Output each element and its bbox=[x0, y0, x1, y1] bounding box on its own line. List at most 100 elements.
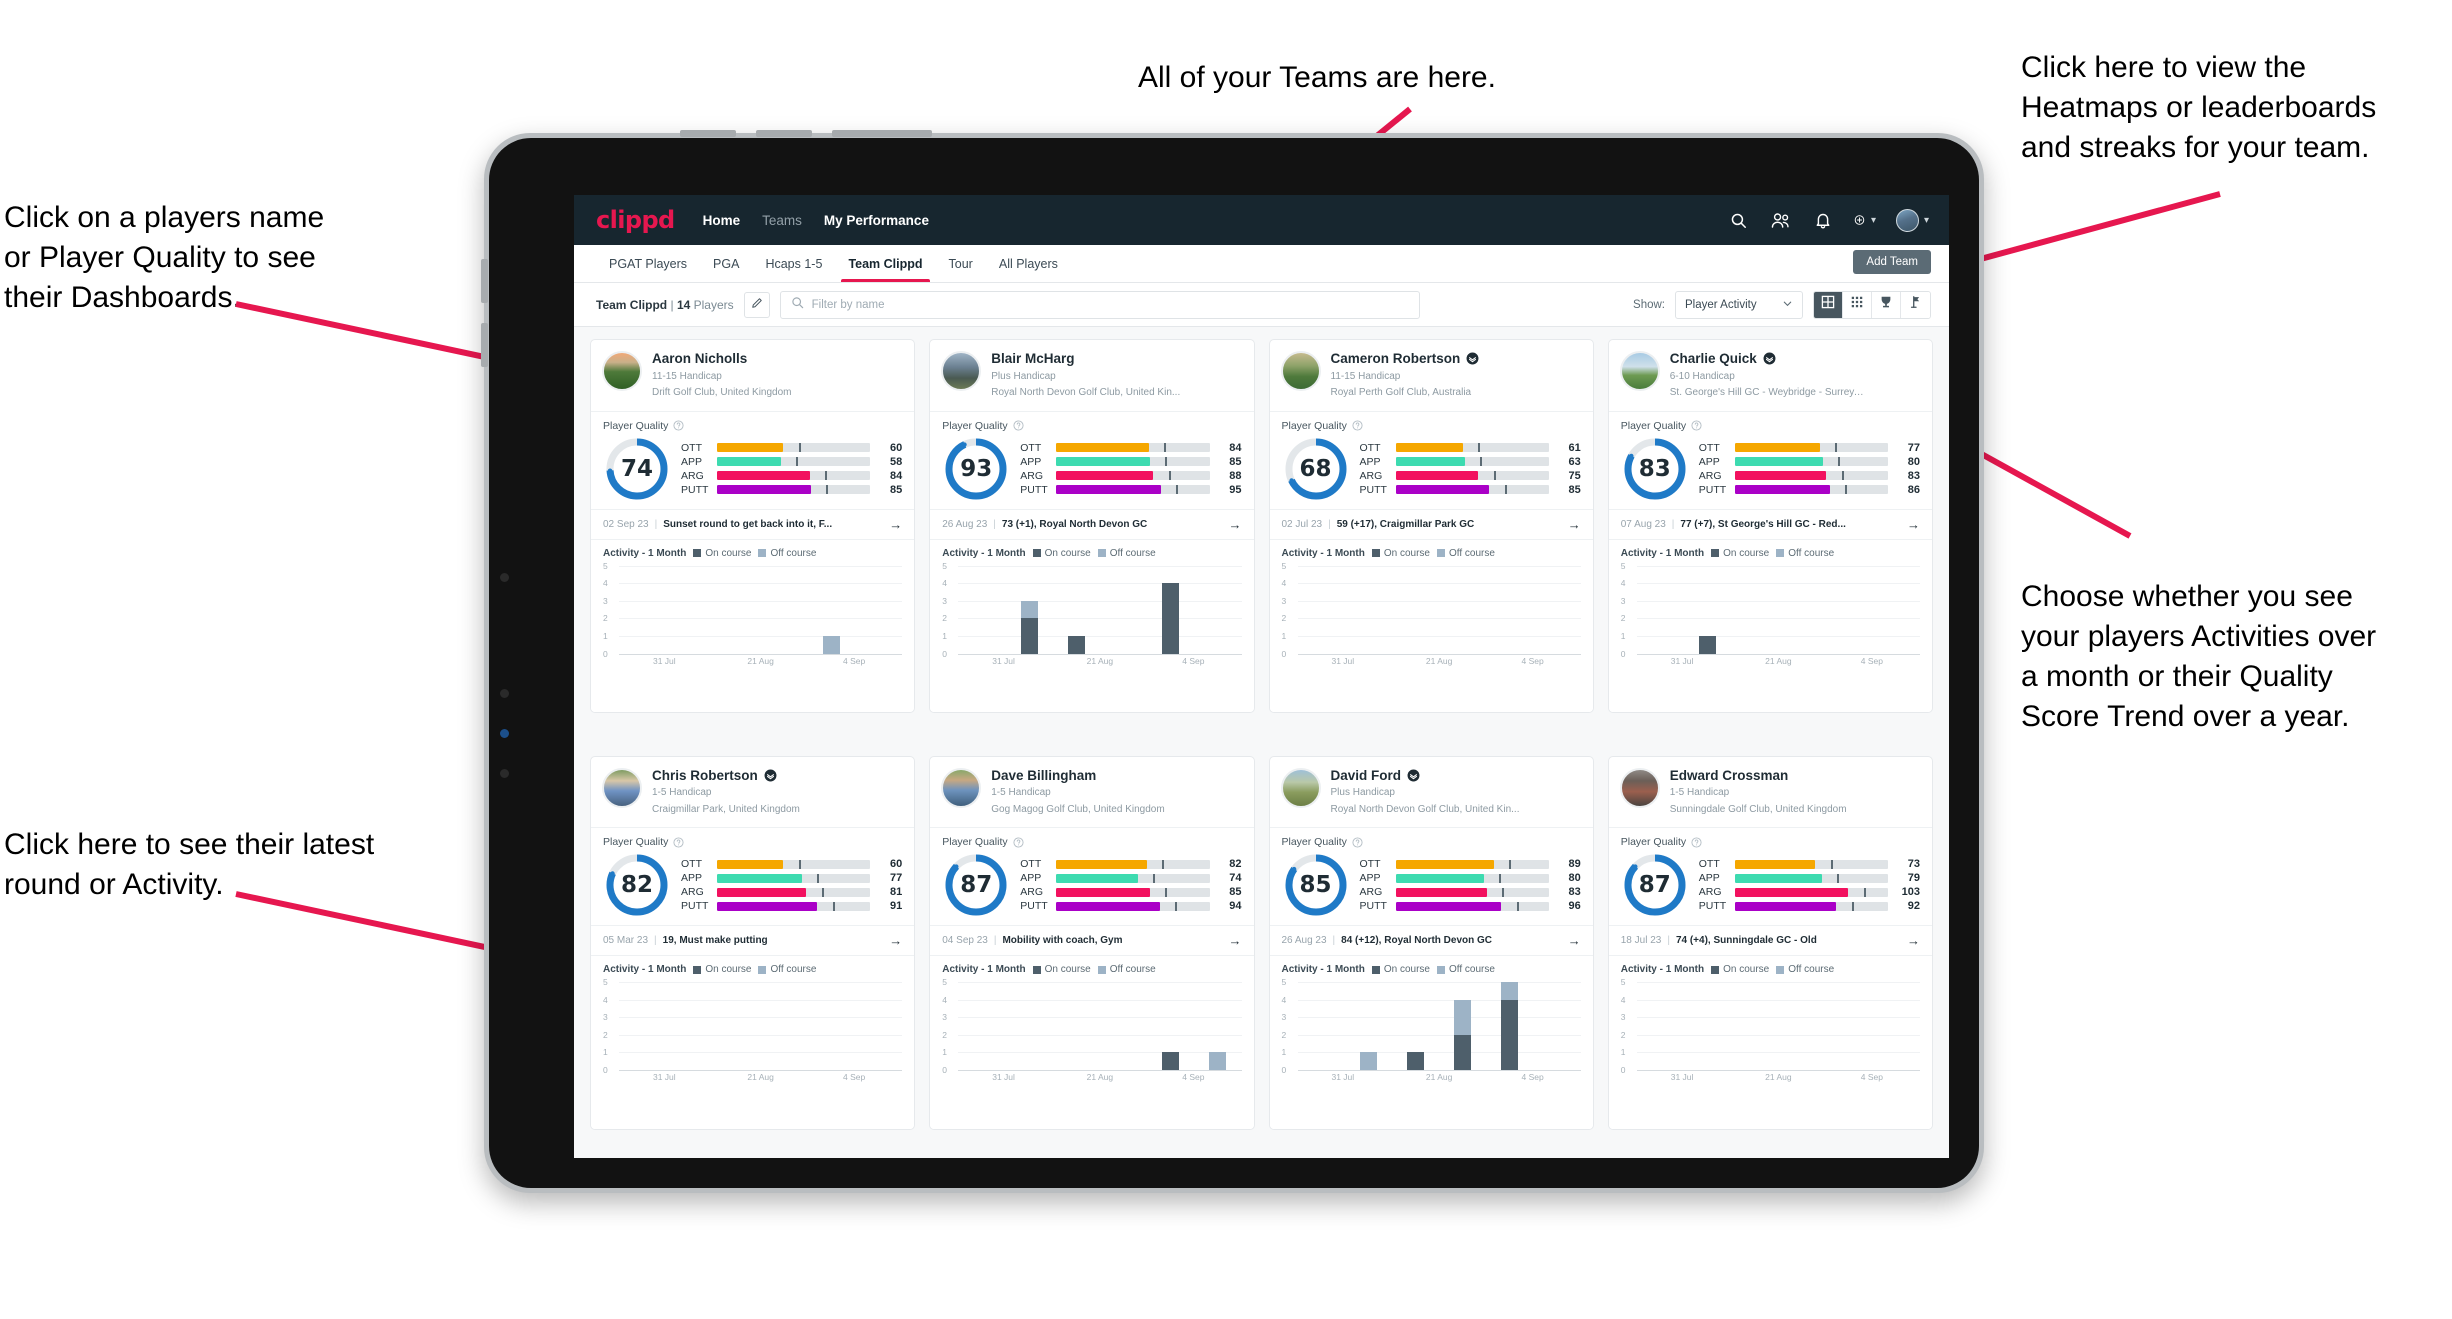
help-icon[interactable] bbox=[673, 420, 684, 431]
team-toolbar: Team Clippd | 14 Players Filter by name … bbox=[574, 283, 1949, 327]
bell-icon[interactable] bbox=[1812, 209, 1834, 231]
arrow-right-icon[interactable]: → bbox=[1907, 933, 1920, 948]
people-icon[interactable] bbox=[1770, 209, 1792, 231]
help-icon[interactable] bbox=[1352, 836, 1363, 848]
player-card[interactable]: David Ford Plus Handicap Royal North Dev… bbox=[1268, 755, 1594, 1130]
activity-header: Activity - 1 Month On course Off course bbox=[603, 964, 902, 975]
tab-hcaps-1-5[interactable]: Hcaps 1-5 bbox=[752, 245, 835, 282]
player-identity: Aaron Nicholls 11-15 Handicap Drift Golf… bbox=[652, 351, 792, 400]
arrow-right-icon[interactable]: → bbox=[889, 517, 902, 532]
bar-segment-on-course bbox=[1501, 999, 1519, 1071]
arrow-right-icon[interactable]: → bbox=[1568, 517, 1581, 532]
leaderboard-view-button[interactable] bbox=[1872, 291, 1901, 318]
player-name[interactable]: Cameron Robertson bbox=[1331, 351, 1480, 367]
nav-teams[interactable]: Teams bbox=[762, 213, 802, 228]
player-name[interactable]: Charlie Quick bbox=[1670, 351, 1866, 367]
tab-pga[interactable]: PGA bbox=[700, 245, 752, 282]
player-card-header[interactable]: Edward Crossman 1-5 Handicap Sunningdale… bbox=[1609, 757, 1932, 828]
latest-activity-row[interactable]: 02 Sep 23 | Sunset round to get back int… bbox=[591, 508, 915, 539]
tab-pgat-players[interactable]: PGAT Players bbox=[596, 245, 700, 282]
search-icon[interactable] bbox=[1728, 209, 1750, 231]
tab-tour[interactable]: Tour bbox=[936, 245, 986, 282]
arrow-right-icon[interactable]: → bbox=[1907, 517, 1920, 532]
help-icon[interactable] bbox=[673, 836, 684, 848]
plus-circle-icon[interactable]: ▾ bbox=[1854, 209, 1876, 231]
player-card-header[interactable]: Blair McHarg Plus Handicap Royal North D… bbox=[930, 340, 1253, 411]
cards-view-button[interactable] bbox=[1814, 291, 1843, 318]
player-card[interactable]: Dave Billingham 1-5 Handicap Gog Magog G… bbox=[929, 755, 1255, 1130]
search-field[interactable] bbox=[779, 290, 1420, 319]
show-select[interactable]: Player Activity bbox=[1675, 290, 1803, 319]
player-card-header[interactable]: Chris Robertson 1-5 Handicap Craigmillar… bbox=[591, 757, 914, 828]
player-card[interactable]: Edward Crossman 1-5 Handicap Sunningdale… bbox=[1607, 755, 1933, 1130]
player-quality-section[interactable]: Player Quality 85 OTT 89 APP 80 ARG 83 P… bbox=[1269, 827, 1593, 925]
player-card[interactable]: Cameron Robertson 11-15 Handicap Royal P… bbox=[1268, 339, 1594, 713]
skill-value: 91 bbox=[890, 900, 903, 913]
player-name[interactable]: David Ford bbox=[1331, 768, 1520, 784]
add-team-button[interactable]: Add Team bbox=[1853, 250, 1931, 274]
chevron-down-icon[interactable]: ▾ bbox=[1924, 215, 1929, 226]
latest-activity-row[interactable]: 04 Sep 23 | Mobility with coach, Gym → bbox=[930, 925, 1254, 955]
player-name[interactable]: Aaron Nicholls bbox=[652, 351, 792, 367]
heatmap-view-button[interactable] bbox=[1901, 291, 1930, 318]
latest-activity-date: 07 Aug 23 bbox=[1620, 518, 1666, 530]
player-card[interactable]: Chris Robertson 1-5 Handicap Craigmillar… bbox=[590, 755, 916, 1130]
player-quality-section[interactable]: Player Quality 87 OTT 73 APP 79 ARG 103 … bbox=[1608, 827, 1932, 925]
arrow-right-icon[interactable]: → bbox=[889, 933, 902, 948]
plus-chevron-down-icon[interactable]: ▾ bbox=[1871, 215, 1876, 226]
player-quality-score: 68 bbox=[1299, 455, 1332, 482]
chart-x-axis: 31 Jul 21 Aug 4 Sep bbox=[619, 1070, 902, 1084]
latest-activity-row[interactable]: 26 Aug 23 | 84 (+12), Royal North Devon … bbox=[1269, 925, 1593, 955]
arrow-right-icon[interactable]: → bbox=[1229, 933, 1242, 948]
player-card-header[interactable]: Cameron Robertson 11-15 Handicap Royal P… bbox=[1270, 340, 1593, 411]
tab-all-players[interactable]: All Players bbox=[986, 245, 1071, 282]
latest-activity-row[interactable]: 05 Mar 23 | 19, Must make putting → bbox=[591, 925, 915, 955]
latest-activity-row[interactable]: 02 Jul 23 | 59 (+17), Craigmillar Park G… bbox=[1269, 508, 1593, 539]
player-quality-section[interactable]: Player Quality 68 OTT 61 APP 63 ARG 75 P… bbox=[1269, 410, 1593, 509]
player-quality-section[interactable]: Player Quality 93 OTT 84 APP 85 ARG 88 P… bbox=[930, 410, 1254, 509]
player-quality-section[interactable]: Player Quality 82 OTT 60 APP 77 ARG 81 P… bbox=[591, 827, 915, 925]
player-name[interactable]: Chris Robertson bbox=[652, 768, 800, 784]
help-icon[interactable] bbox=[1691, 836, 1702, 848]
nav-home[interactable]: Home bbox=[703, 213, 741, 228]
player-name[interactable]: Blair McHarg bbox=[991, 351, 1180, 367]
skill-bar bbox=[1395, 887, 1549, 897]
player-name[interactable]: Edward Crossman bbox=[1670, 768, 1847, 784]
latest-activity-row[interactable]: 18 Jul 23 | 74 (+4), Sunningdale GC - Ol… bbox=[1608, 925, 1932, 955]
player-card[interactable]: Aaron Nicholls 11-15 Handicap Drift Golf… bbox=[590, 339, 916, 713]
player-card[interactable]: Charlie Quick 6-10 Handicap St. George's… bbox=[1607, 339, 1933, 713]
player-card-header[interactable]: Dave Billingham 1-5 Handicap Gog Magog G… bbox=[930, 757, 1253, 828]
skill-bar-fill bbox=[1056, 873, 1138, 883]
arrow-right-icon[interactable]: → bbox=[1229, 517, 1242, 532]
help-icon[interactable] bbox=[1352, 420, 1363, 431]
skill-bar-marker bbox=[798, 859, 801, 869]
table-view-button[interactable] bbox=[1843, 291, 1872, 318]
clippd-logo[interactable]: clippd bbox=[596, 206, 675, 234]
player-club: Royal Perth Golf Club, Australia bbox=[1330, 387, 1472, 399]
tab-team-clippd[interactable]: Team Clippd bbox=[835, 245, 935, 282]
arrow-right-icon[interactable]: → bbox=[1568, 933, 1581, 948]
player-card[interactable]: Blair McHarg Plus Handicap Royal North D… bbox=[929, 339, 1255, 713]
player-card-header[interactable]: Aaron Nicholls 11-15 Handicap Drift Golf… bbox=[591, 340, 914, 411]
help-icon[interactable] bbox=[1013, 836, 1024, 848]
chart-bars bbox=[1637, 982, 1920, 1070]
latest-activity-row[interactable]: 07 Aug 23 | 77 (+7), St George's Hill GC… bbox=[1608, 508, 1932, 539]
skill-value: 83 bbox=[1907, 469, 1920, 482]
chevron-down-icon bbox=[1782, 298, 1793, 312]
player-card-header[interactable]: Charlie Quick 6-10 Handicap St. George's… bbox=[1609, 340, 1932, 411]
user-menu[interactable]: ▾ bbox=[1895, 208, 1929, 232]
player-quality-section[interactable]: Player Quality 74 OTT 60 APP 58 ARG 84 P… bbox=[591, 410, 915, 509]
player-quality-section[interactable]: Player Quality 83 OTT 77 APP 80 ARG 83 P… bbox=[1608, 410, 1932, 509]
nav-my-performance[interactable]: My Performance bbox=[824, 213, 929, 228]
y-tick-label: 1 bbox=[1281, 630, 1287, 641]
player-card-header[interactable]: David Ford Plus Handicap Royal North Dev… bbox=[1270, 757, 1593, 828]
help-icon[interactable] bbox=[1691, 420, 1702, 431]
latest-activity-row[interactable]: 26 Aug 23 | 73 (+1), Royal North Devon G… bbox=[930, 508, 1254, 539]
edit-team-button[interactable] bbox=[743, 291, 770, 318]
help-icon[interactable] bbox=[1013, 420, 1024, 431]
skill-label: APP bbox=[1020, 872, 1042, 885]
skill-bar-marker bbox=[1480, 457, 1483, 467]
player-name[interactable]: Dave Billingham bbox=[991, 768, 1164, 784]
player-quality-section[interactable]: Player Quality 87 OTT 82 APP 74 ARG 85 P… bbox=[930, 827, 1254, 925]
search-input[interactable] bbox=[811, 298, 1409, 311]
